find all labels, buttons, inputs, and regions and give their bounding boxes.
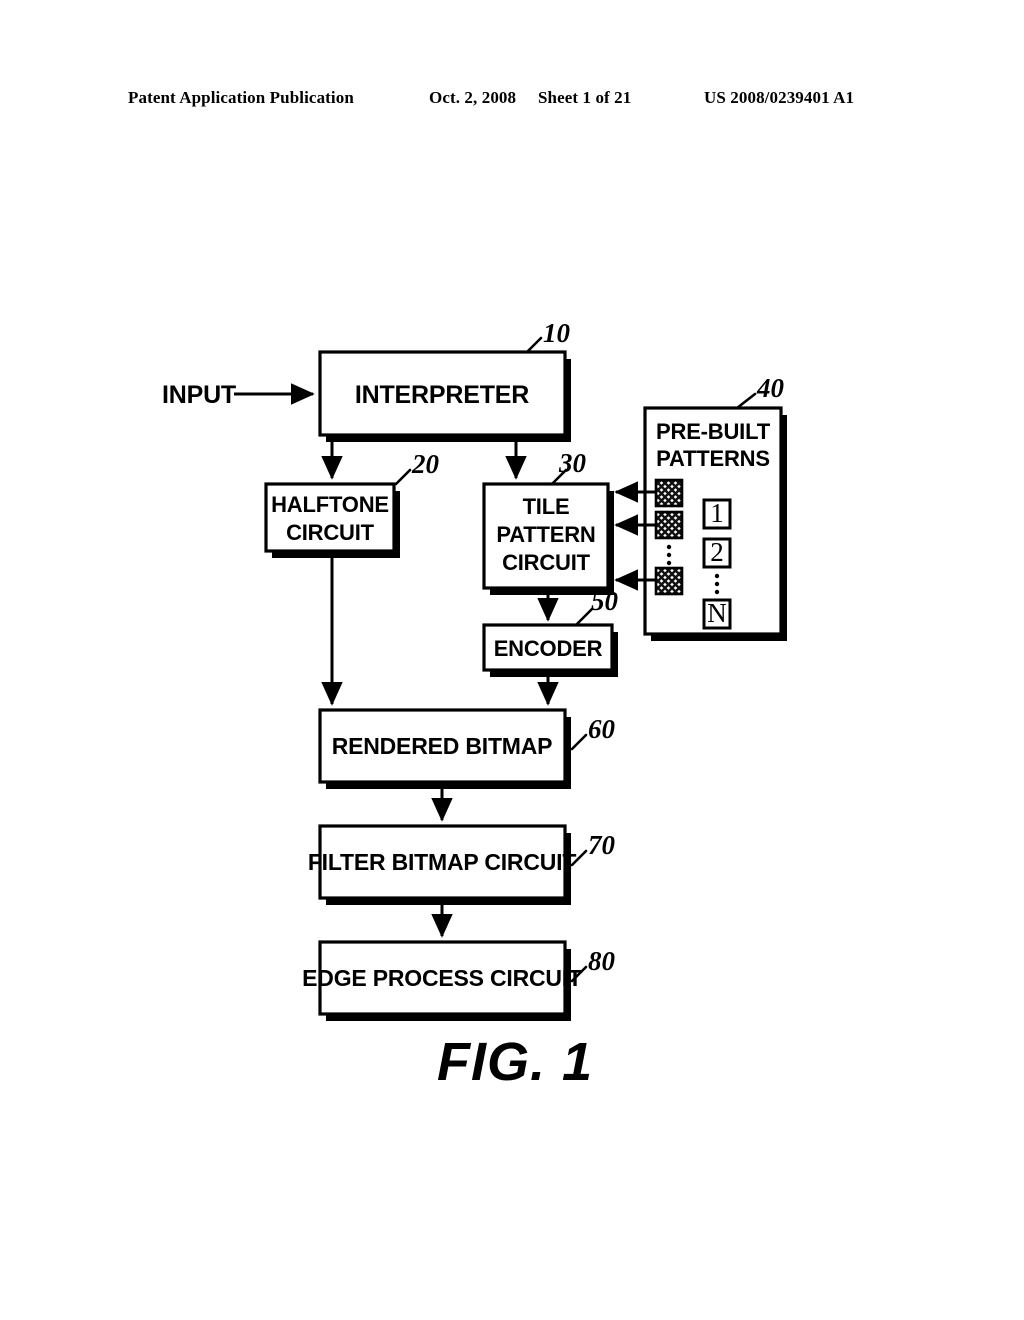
- block-rendered-bitmap-label: RENDERED BITMAP: [332, 733, 553, 759]
- ref-num-60: 60: [588, 714, 616, 744]
- ref-num-50: 50: [591, 586, 619, 616]
- block-tile-pattern-label-line1: TILE: [523, 494, 570, 519]
- block-edge-process-label: EDGE PROCESS CIRCUIT: [302, 965, 582, 991]
- pattern-index-2-label: 2: [710, 537, 724, 567]
- ref-num-30: 30: [558, 448, 587, 478]
- leader-ref-40: [735, 392, 757, 410]
- pattern-index-n-label: N: [707, 598, 727, 628]
- pattern-index-ellipsis-icon: [714, 573, 720, 595]
- leader-ref-20: [394, 468, 412, 486]
- input-label: INPUT: [162, 381, 236, 409]
- pattern-index-1-label: 1: [710, 498, 724, 528]
- block-tile-pattern-circuit: TILE PATTERN CIRCUIT: [482, 482, 614, 595]
- pattern-index-2: 2: [702, 537, 732, 569]
- pattern-index-1: 1: [702, 498, 732, 530]
- block-prebuilt-label-line1: PRE-BUILT: [656, 419, 771, 444]
- figure-caption: FIG. 1: [437, 1032, 593, 1092]
- pattern-swatch-3: [654, 566, 684, 596]
- ref-num-70: 70: [588, 830, 616, 860]
- block-interpreter-label: INTERPRETER: [355, 381, 529, 409]
- ref-num-40: 40: [756, 373, 785, 403]
- block-filter-bitmap-label: FILTER BITMAP CIRCUIT: [308, 849, 577, 875]
- leader-ref-60: [570, 733, 588, 751]
- figure-1-diagram: INPUT INTERPRETER 10 HALFTONE CIRCUIT 20…: [0, 0, 1024, 1320]
- leader-ref-10: [525, 336, 543, 354]
- pattern-swatch-2: [654, 510, 684, 540]
- block-prebuilt-label-line2: PATTERNS: [656, 446, 770, 471]
- pattern-swatch-1: [654, 478, 684, 508]
- ref-num-10: 10: [543, 318, 571, 348]
- ref-num-80: 80: [588, 946, 616, 976]
- block-halftone-circuit: HALFTONE CIRCUIT: [264, 482, 400, 558]
- block-halftone-label-line2: CIRCUIT: [286, 520, 375, 545]
- block-encoder: ENCODER: [482, 623, 618, 677]
- block-encoder-label: ENCODER: [494, 636, 603, 661]
- block-interpreter: INTERPRETER: [318, 350, 571, 442]
- ref-num-20: 20: [411, 449, 440, 479]
- pattern-swatch-ellipsis-icon: [666, 544, 672, 566]
- block-filter-bitmap-circuit: FILTER BITMAP CIRCUIT: [308, 824, 577, 905]
- leader-ref-50: [574, 607, 594, 627]
- block-tile-pattern-label-line3: CIRCUIT: [502, 550, 591, 575]
- block-edge-process-circuit: EDGE PROCESS CIRCUIT: [302, 940, 582, 1021]
- block-halftone-label-line1: HALFTONE: [271, 492, 389, 517]
- pattern-index-n: N: [702, 598, 732, 630]
- block-prebuilt-patterns: PRE-BUILT PATTERNS 1 2 N: [643, 406, 787, 641]
- block-rendered-bitmap: RENDERED BITMAP: [318, 708, 571, 789]
- block-tile-pattern-label-line2: PATTERN: [496, 522, 595, 547]
